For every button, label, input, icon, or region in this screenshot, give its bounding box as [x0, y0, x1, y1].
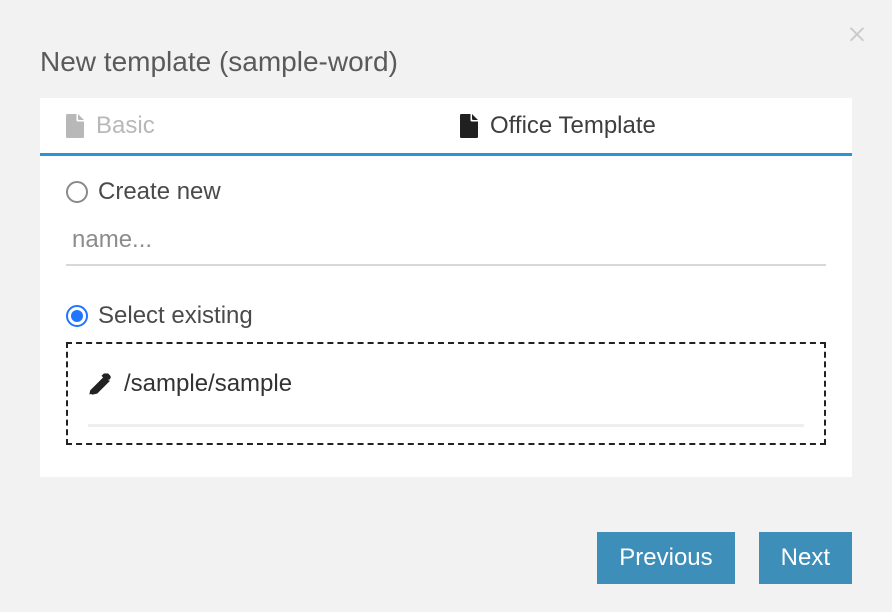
next-button[interactable]: Next — [759, 532, 852, 584]
step-sample-label: Sample Data — [246, 112, 385, 140]
existing-sample-box[interactable]: /sample/sample — [66, 342, 826, 445]
radio-create-new[interactable] — [66, 181, 88, 203]
option-select-existing[interactable]: Select existing — [66, 302, 826, 330]
close-icon[interactable] — [846, 22, 868, 49]
file-icon — [64, 114, 86, 138]
divider — [88, 424, 804, 427]
step-office-label: Office Template — [490, 112, 656, 140]
step-basic[interactable]: Basic — [64, 98, 155, 154]
option-create-new-label: Create new — [98, 178, 221, 206]
wizard-steps: Basic Sample Data Office Template — [40, 98, 852, 156]
page-title: New template (sample-word) — [40, 46, 398, 78]
database-icon — [214, 114, 236, 138]
edit-icon — [88, 372, 112, 396]
file-icon — [458, 114, 480, 138]
previous-button[interactable]: Previous — [597, 532, 734, 584]
wizard-panel: Basic Sample Data Office Template Create… — [40, 98, 852, 477]
create-name-input[interactable] — [66, 218, 826, 266]
step-sample-data[interactable]: Sample Data — [176, 98, 444, 154]
existing-sample-path: /sample/sample — [124, 370, 292, 398]
step-office-template[interactable]: Office Template — [458, 98, 656, 154]
option-create-new[interactable]: Create new — [66, 178, 826, 206]
radio-select-existing[interactable] — [66, 305, 88, 327]
option-select-existing-label: Select existing — [98, 302, 253, 330]
step-basic-label: Basic — [96, 112, 155, 140]
wizard-footer: Previous Next — [597, 532, 852, 584]
